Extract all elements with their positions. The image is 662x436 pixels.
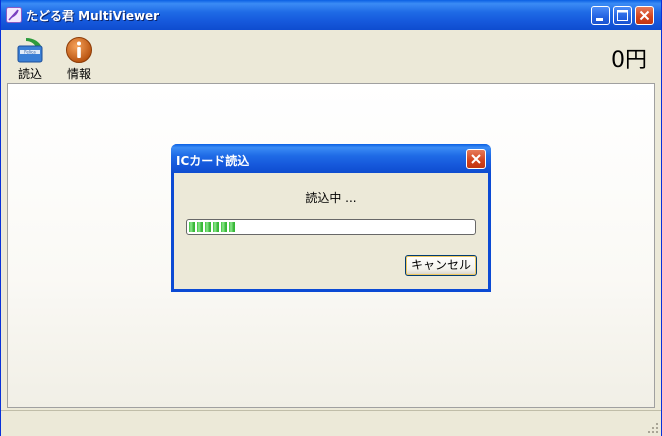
minimize-icon bbox=[596, 18, 603, 21]
info-label: 情報 bbox=[66, 67, 91, 81]
dialog-close-button[interactable] bbox=[466, 149, 486, 169]
close-icon bbox=[639, 10, 650, 21]
read-card-button[interactable]: Felica 読込 bbox=[10, 34, 50, 81]
maximize-icon bbox=[617, 10, 628, 21]
close-button[interactable] bbox=[635, 6, 654, 25]
toolbar: Felica 読込 情報 0円 bbox=[1, 30, 661, 82]
title-bar[interactable]: たどる君 MultiViewer bbox=[1, 0, 661, 30]
close-icon bbox=[471, 154, 481, 164]
status-bar bbox=[1, 410, 661, 436]
resize-grip-icon[interactable] bbox=[647, 422, 659, 434]
info-button[interactable]: 情報 bbox=[59, 34, 99, 81]
balance-amount: 0円 bbox=[611, 48, 647, 73]
dialog-title-bar[interactable]: ICカード読込 bbox=[171, 144, 491, 173]
info-icon bbox=[65, 36, 93, 64]
svg-text:Felica: Felica bbox=[24, 50, 36, 55]
reading-status-message: 読込中 ... bbox=[305, 191, 357, 205]
read-progress-bar bbox=[186, 219, 476, 235]
dialog-title: ICカード読込 bbox=[176, 154, 250, 168]
read-card-label: 読込 bbox=[17, 67, 42, 81]
ic-card-read-dialog: ICカード読込 読込中 ... キャンセル bbox=[171, 144, 491, 292]
card-read-icon: Felica bbox=[16, 36, 44, 64]
minimize-button[interactable] bbox=[591, 6, 610, 25]
maximize-button[interactable] bbox=[613, 6, 632, 25]
app-feather-icon bbox=[6, 7, 22, 23]
progress-fill bbox=[189, 222, 237, 232]
window-title: たどる君 MultiViewer bbox=[26, 9, 160, 23]
cancel-button[interactable]: キャンセル bbox=[405, 255, 477, 276]
